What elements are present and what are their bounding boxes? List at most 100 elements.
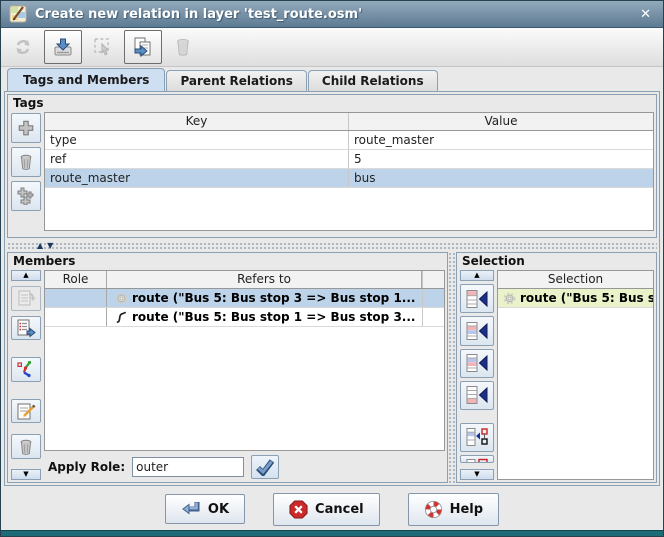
members-toolbar: ▲ xyxy=(10,270,42,480)
link-column-header xyxy=(422,271,444,288)
scroll-down-icon[interactable]: ▼ xyxy=(460,469,494,480)
tag-value[interactable]: bus xyxy=(349,169,653,187)
splitter-collapse-down-icon[interactable]: ▼ xyxy=(47,242,53,250)
selection-row[interactable]: route ("Bus 5: Bus s xyxy=(498,289,653,308)
add-after-icon xyxy=(465,353,489,373)
add-selection-at-start-button[interactable] xyxy=(460,284,494,313)
delete-relation-button[interactable] xyxy=(164,30,202,64)
apply-role-button[interactable] xyxy=(251,455,279,479)
select-in-map-button[interactable] xyxy=(84,30,122,64)
copy-members-button[interactable] xyxy=(11,286,41,311)
paste-tags-icon xyxy=(17,187,35,205)
close-icon[interactable]: ✕ xyxy=(636,7,655,22)
edit-member-button[interactable] xyxy=(11,399,41,424)
apply-role-label: Apply Role: xyxy=(48,460,125,474)
relation-editor-window: Create new relation in layer 'test_route… xyxy=(0,0,664,537)
selection-panel: Selection ▲ xyxy=(456,252,657,483)
tag-key[interactable]: ref xyxy=(45,150,349,168)
tag-row[interactable]: ref 5 xyxy=(45,150,653,169)
selection-item[interactable]: route ("Bus 5: Bus s xyxy=(498,289,653,307)
add-selection-after-button[interactable] xyxy=(460,349,494,378)
tag-row[interactable]: route_master bus xyxy=(45,169,653,188)
paste-tags-button[interactable] xyxy=(11,181,41,211)
way-icon xyxy=(114,310,129,325)
paste-members-icon xyxy=(16,318,36,338)
apply-save-icon xyxy=(52,36,74,58)
apply-to-dataset-button[interactable] xyxy=(44,30,82,64)
window-bottom-edge xyxy=(1,530,663,536)
help-lifering-icon xyxy=(424,500,443,519)
member-row[interactable]: route ("Bus 5: Bus stop 1 => Bus stop 3.… xyxy=(45,308,444,327)
relation-gear-icon xyxy=(502,291,517,306)
member-refers-to[interactable]: route ("Bus 5: Bus stop 3 => Bus stop 1.… xyxy=(107,289,422,307)
remove-selected-members-button[interactable] xyxy=(460,455,494,463)
tag-value[interactable]: route_master xyxy=(349,131,653,149)
add-tag-button[interactable] xyxy=(11,113,41,143)
apply-role-input[interactable] xyxy=(132,457,244,477)
cancel-icon xyxy=(289,500,308,519)
scroll-up-icon[interactable]: ▲ xyxy=(460,270,494,281)
dialog-footer: OK Cancel Help xyxy=(1,486,663,532)
ok-button[interactable]: OK xyxy=(165,494,245,524)
add-before-icon xyxy=(465,321,489,341)
trash-icon xyxy=(17,438,35,456)
tag-row[interactable]: type route_master xyxy=(45,131,653,150)
ok-return-icon xyxy=(181,501,201,517)
add-selection-at-end-button[interactable] xyxy=(460,381,494,410)
selection-table: Selection xyxy=(497,270,654,480)
tab-tags-and-members[interactable]: Tags and Members xyxy=(7,68,165,91)
refresh-button[interactable] xyxy=(4,30,42,64)
members-table: Role Refers to xyxy=(44,270,445,451)
tag-key[interactable]: type xyxy=(45,131,349,149)
select-members-icon xyxy=(465,427,489,447)
vertical-splitter[interactable] xyxy=(448,252,456,483)
value-column-header: Value xyxy=(349,113,653,130)
add-at-end-icon xyxy=(465,385,489,405)
tags-panel-title: Tags xyxy=(8,95,656,112)
selection-table-header: Selection xyxy=(498,271,653,289)
tags-panel: Tags xyxy=(7,94,657,238)
selection-panel-title: Selection xyxy=(457,253,656,270)
refresh-icon xyxy=(13,37,33,57)
sort-members-button[interactable] xyxy=(11,357,41,382)
remove-member-button[interactable] xyxy=(11,434,41,459)
help-button[interactable]: Help xyxy=(408,493,499,526)
scroll-down-icon[interactable]: ▼ xyxy=(11,469,41,480)
tags-table-header: Key Value xyxy=(45,113,653,131)
selection-toolbar: ▲ xyxy=(459,270,495,480)
cancel-button[interactable]: Cancel xyxy=(273,493,380,526)
apply-role-row: Apply Role: xyxy=(44,454,445,480)
apply-role-check-icon xyxy=(255,458,275,476)
splitter-collapse-up-icon[interactable]: ▲ xyxy=(37,242,43,250)
tag-key[interactable]: route_master xyxy=(45,169,349,187)
ok-button-label: OK xyxy=(208,502,229,517)
horizontal-splitter[interactable]: ▲ ▼ xyxy=(7,242,657,250)
add-selection-before-button[interactable] xyxy=(460,316,494,345)
tab-parent-relations[interactable]: Parent Relations xyxy=(166,70,306,91)
window-title: Create new relation in layer 'test_route… xyxy=(35,7,362,22)
duplicate-relation-button[interactable] xyxy=(124,30,162,64)
remove-selected-members-icon xyxy=(465,458,489,463)
select-members-button[interactable] xyxy=(460,423,494,452)
select-in-map-icon xyxy=(93,37,113,57)
scroll-up-icon[interactable]: ▲ xyxy=(11,270,41,281)
member-role[interactable] xyxy=(45,289,107,307)
copy-members-icon xyxy=(16,288,36,308)
josm-logo-icon xyxy=(9,5,27,23)
tab-content: Tags xyxy=(4,91,660,486)
tag-value[interactable]: 5 xyxy=(349,150,653,168)
selection-column-header: Selection xyxy=(498,271,653,288)
delete-tag-button[interactable] xyxy=(11,147,41,177)
key-column-header: Key xyxy=(45,113,349,130)
member-refers-to[interactable]: route ("Bus 5: Bus stop 1 => Bus stop 3.… xyxy=(107,308,422,326)
cancel-button-label: Cancel xyxy=(315,502,364,517)
members-panel-title: Members xyxy=(8,253,447,270)
members-table-header: Role Refers to xyxy=(45,271,444,289)
member-row[interactable]: route ("Bus 5: Bus stop 3 => Bus stop 1.… xyxy=(45,289,444,308)
route-sort-icon xyxy=(16,359,36,379)
titlebar: Create new relation in layer 'test_route… xyxy=(1,1,663,28)
paste-members-button[interactable] xyxy=(11,316,41,341)
help-button-label: Help xyxy=(450,502,483,517)
tab-child-relations[interactable]: Child Relations xyxy=(308,70,438,91)
member-role[interactable] xyxy=(45,308,107,326)
